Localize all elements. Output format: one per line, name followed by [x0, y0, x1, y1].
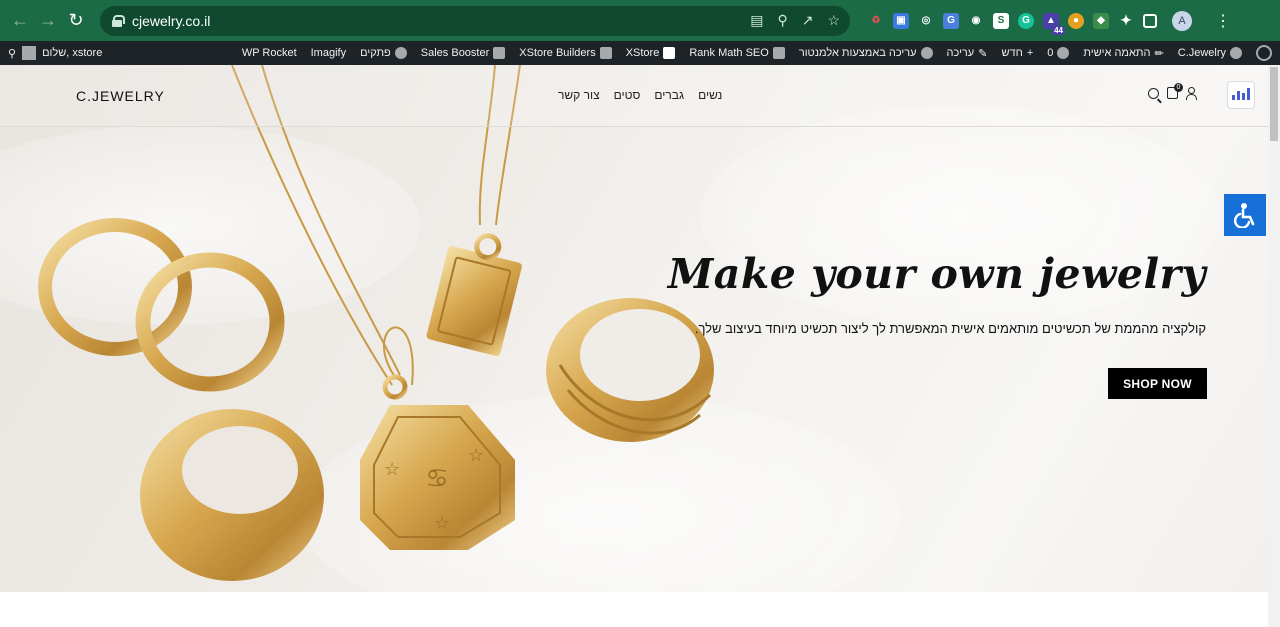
back-icon[interactable]: ← — [6, 7, 34, 35]
below-hero-area — [0, 592, 1268, 627]
website-viewport: ♋ ☆ ☆ ☆ C.JEWELRY נשים גברים סטים צור קש… — [0, 65, 1268, 627]
zoom-icon[interactable]: ⚲ — [777, 12, 787, 29]
svg-text:☆: ☆ — [468, 445, 484, 466]
main-menu: נשים גברים סטים צור קשר — [558, 88, 722, 102]
bookmark-star-icon[interactable]: ☆ — [827, 12, 840, 29]
wp-new-menu[interactable]: חדש + — [1001, 47, 1033, 59]
extension-grammarly-icon[interactable]: G — [1018, 12, 1034, 29]
wordpress-logo-icon[interactable] — [1256, 45, 1272, 61]
chart-icon — [493, 47, 506, 59]
menu-item-women[interactable]: נשים — [698, 88, 722, 102]
cart-icon[interactable]: 0 — [1167, 83, 1183, 99]
wp-xstore-builders-menu[interactable]: XStore Builders — [519, 47, 612, 59]
browser-toolbar: ← → ↻ cjewelry.co.il ▤ ⚲ ↗ ☆ ♻ ▣ ◎ G ◉ S… — [0, 0, 1280, 41]
chart-bar — [1242, 93, 1245, 100]
extensions-puzzle-icon[interactable]: ✦ — [1118, 12, 1134, 29]
wp-elementor-edit-menu[interactable]: עריכה באמצעות אלמנטור — [799, 47, 933, 59]
chart-bar — [1237, 91, 1240, 100]
wp-admin-bar: ⚲ שלום, xstore WP Rocket Imagify פתקים S… — [0, 41, 1280, 65]
site-header: C.JEWELRY נשים גברים סטים צור קשר 0 — [0, 65, 1268, 127]
hero-jewelry-image: ♋ ☆ ☆ ☆ — [38, 65, 714, 581]
menu-item-men[interactable]: גברים — [654, 88, 684, 102]
forward-icon[interactable]: → — [34, 7, 62, 35]
share-icon[interactable]: ↗ — [802, 12, 814, 29]
translate-icon[interactable]: ▤ — [750, 12, 763, 29]
wp-site-menu[interactable]: C.Jewelry — [1178, 47, 1242, 59]
menu-item-sets[interactable]: סטים — [614, 88, 641, 102]
comments-icon — [1057, 47, 1070, 59]
rankmath-icon — [772, 47, 785, 59]
hero-subtitle: קולקציה מהממת של תכשיטים מותאמים אישית ה… — [694, 321, 1206, 336]
extension-s-icon[interactable]: S — [993, 12, 1009, 29]
comment-icon — [394, 47, 407, 59]
chart-bar — [1247, 88, 1250, 100]
wp-comments-menu[interactable]: 0 — [1047, 47, 1070, 59]
browser-menu-icon[interactable]: ⋮ — [1215, 11, 1231, 31]
accessibility-button[interactable] — [1224, 194, 1266, 236]
hero-section: ♋ ☆ ☆ ☆ C.JEWELRY נשים גברים סטים צור קש… — [0, 65, 1268, 592]
xstore-icon — [663, 47, 676, 59]
chart-bar — [1232, 95, 1235, 100]
url-text[interactable]: cjewelry.co.il — [132, 13, 210, 29]
svg-text:☆: ☆ — [434, 513, 450, 534]
site-logo[interactable]: C.JEWELRY — [76, 88, 165, 104]
wp-customize-menu[interactable]: התאמה אישית ✏ — [1083, 47, 1163, 60]
extension-graduation-icon[interactable]: ▲ 44 — [1043, 12, 1065, 35]
account-icon[interactable] — [1186, 87, 1197, 100]
wp-rocket-menu[interactable]: WP Rocket — [242, 47, 297, 59]
menu-item-contact[interactable]: צור קשר — [558, 88, 600, 102]
lock-icon — [112, 14, 125, 27]
address-bar[interactable]: cjewelry.co.il ▤ ⚲ ↗ ☆ — [100, 5, 850, 36]
wp-notes-menu[interactable]: פתקים — [360, 47, 407, 59]
page-scrollbar[interactable] — [1268, 65, 1280, 627]
wp-greeting[interactable]: שלום, xstore — [42, 47, 102, 59]
svg-text:☆: ☆ — [384, 459, 400, 480]
extension-camera-icon[interactable]: ◉ — [968, 12, 984, 29]
hero-title: Make your own jewelry — [667, 250, 1206, 298]
accessibility-icon — [1233, 203, 1255, 228]
side-panel-icon[interactable] — [1143, 13, 1157, 28]
shop-now-button[interactable]: SHOP NOW — [1108, 368, 1207, 399]
cart-count-badge: 0 — [1174, 83, 1183, 92]
wp-user-avatar[interactable] — [22, 46, 37, 60]
extension-translate-icon[interactable]: G — [943, 12, 959, 29]
reload-icon[interactable]: ↻ — [62, 7, 90, 35]
wp-search-icon[interactable]: ⚲ — [8, 47, 16, 60]
grid-icon — [599, 47, 612, 59]
pencil-icon: ✎ — [978, 47, 988, 60]
wp-imagify-menu[interactable]: Imagify — [311, 47, 346, 59]
profile-avatar[interactable]: A — [1172, 10, 1192, 31]
dashboard-icon — [1230, 47, 1242, 59]
wp-xstore-menu[interactable]: XStore — [626, 47, 676, 59]
scrollbar-thumb[interactable] — [1270, 67, 1278, 141]
extension-badge: 44 — [1052, 25, 1065, 35]
brush-icon: ✏ — [1154, 47, 1164, 60]
wp-sales-booster-menu[interactable]: Sales Booster — [421, 47, 506, 59]
wp-edit-menu[interactable]: עריכה ✎ — [947, 47, 988, 60]
wp-rankmath-menu[interactable]: Rank Math SEO — [689, 47, 785, 59]
extension-colors-icon[interactable]: ◆ — [1093, 12, 1109, 29]
extension-docs-icon[interactable]: ▣ — [893, 12, 909, 29]
elementor-icon — [920, 47, 933, 59]
extension-circle-icon[interactable]: ● — [1068, 12, 1084, 29]
analytics-chart-icon[interactable] — [1227, 81, 1255, 109]
search-icon[interactable] — [1148, 87, 1159, 99]
plus-icon: + — [1026, 47, 1034, 59]
extension-recycle-icon[interactable]: ♻ — [868, 12, 884, 29]
extension-globe-icon[interactable]: ◎ — [918, 12, 934, 29]
svg-text:♋: ♋ — [425, 464, 448, 494]
